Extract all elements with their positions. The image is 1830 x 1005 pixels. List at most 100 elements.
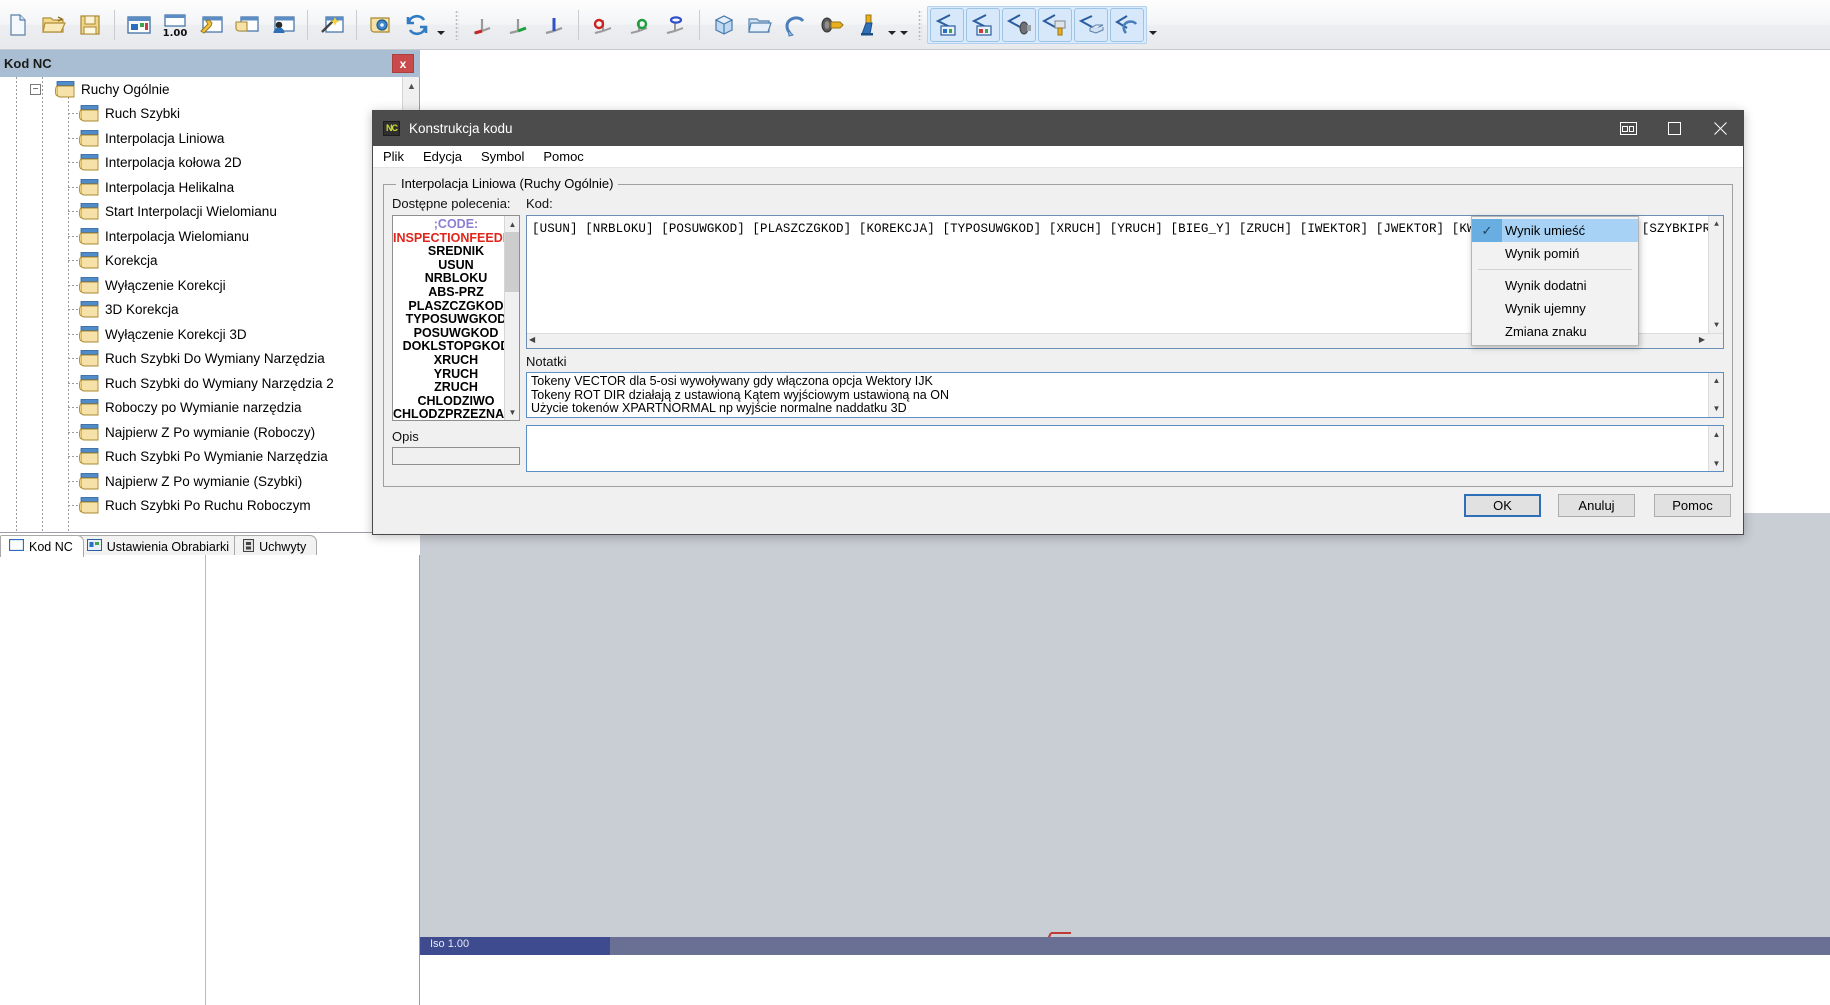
rotate-x-icon[interactable] [586, 8, 620, 42]
close-icon[interactable]: x [392, 54, 414, 73]
tree-node[interactable]: Roboczy po Wymianie narzędzia [0, 396, 419, 421]
magic-wand-icon[interactable] [315, 8, 349, 42]
command-item[interactable]: INSPECTIONFEEDMOVE [393, 231, 519, 246]
tree-node-root[interactable]: − Ruchy Ogólnie [0, 77, 419, 102]
command-item[interactable]: DOKLSTOPGKOD [393, 340, 519, 354]
scroll-up-icon[interactable]: ▲ [505, 216, 519, 232]
command-item[interactable]: USUN [393, 258, 519, 273]
context-menu-item[interactable]: ✓ Wynik umieść [1472, 219, 1638, 242]
notes-scrollbar[interactable]: ▲ ▼ [1708, 373, 1723, 417]
tool-icon[interactable] [851, 8, 885, 42]
panel-tab-kod-nc[interactable]: Kod NC [0, 535, 84, 557]
axis-y-icon[interactable] [501, 8, 535, 42]
gear-scroll-icon[interactable] [364, 8, 398, 42]
scroll-up-icon[interactable]: ▲ [1709, 216, 1723, 232]
commands-scrollbar[interactable]: ▲ ▼ [504, 216, 519, 420]
ok-button[interactable]: OK [1464, 494, 1541, 517]
collapse-icon[interactable]: − [30, 83, 41, 95]
wrench-window-icon[interactable] [194, 8, 228, 42]
scroll-right-icon[interactable]: ▶ [1699, 335, 1705, 345]
panel-tab-uchwyty[interactable]: Uchwyty [234, 535, 318, 557]
command-item[interactable]: YRUCH [393, 367, 519, 382]
command-item[interactable]: POSUWGKOD [393, 326, 519, 341]
scrollbar-thumb[interactable] [505, 232, 519, 292]
axis-z-icon[interactable] [537, 8, 571, 42]
context-menu-item[interactable]: Wynik ujemny [1472, 297, 1638, 320]
chevron-down-icon[interactable] [435, 8, 447, 42]
command-item[interactable]: ABS-PRZ [393, 285, 519, 300]
scroll-down-icon[interactable]: ▼ [505, 404, 519, 420]
scroll-window-icon[interactable] [230, 8, 264, 42]
scroll-up-icon[interactable]: ▲ [1709, 426, 1724, 442]
tree-node[interactable]: Korekcja [0, 249, 419, 274]
nc-code-tree[interactable]: − Ruchy Ogólnie Ruch Szybki Interpolacja Li… [0, 77, 420, 533]
toolbar-grip[interactable] [918, 9, 922, 40]
rotate-z-icon[interactable] [658, 8, 692, 42]
menu-item-symbol[interactable]: Symbol [481, 149, 524, 164]
tree-node[interactable]: Interpolacja Wielomianu [0, 224, 419, 249]
maximize-button[interactable] [1651, 111, 1697, 146]
tree-node[interactable]: Interpolacja kołowa 2D [0, 151, 419, 176]
chevron-down-views-icon[interactable] [1147, 8, 1159, 42]
spindle-icon[interactable] [815, 8, 849, 42]
command-item[interactable]: TYPOSUWGKOD [393, 313, 519, 327]
tree-node[interactable]: Wyłączenie Korekcji 3D [0, 322, 419, 347]
scroll-up-icon[interactable]: ▲ [1709, 373, 1723, 389]
view-magnet-icon[interactable] [1110, 7, 1144, 42]
scroll-down-icon[interactable]: ▼ [1709, 401, 1723, 417]
notes-textarea[interactable]: Tokeny VECTOR dla 5-osi wywoływany gdy w… [526, 372, 1724, 418]
refresh-arrows-icon[interactable] [400, 8, 434, 42]
scroll-down-icon[interactable]: ▼ [1709, 317, 1723, 333]
tree-node[interactable]: 3D Korekcja [0, 298, 419, 323]
context-menu-item[interactable]: Zmiana znaku [1472, 320, 1638, 343]
available-commands-list[interactable]: ;CODE:INSPECTIONFEEDMOVESREDNIKUSUNNRBLO… [392, 215, 520, 421]
tree-node[interactable]: Ruch Szybki do Wymiany Narzędzia 2 [0, 371, 419, 396]
tree-node[interactable]: Ruch Szybki Po Wymianie Narzędzia [0, 445, 419, 470]
axis-x-icon[interactable] [465, 8, 499, 42]
secondary-textarea[interactable]: ▲ ▼ [526, 425, 1724, 472]
cube-icon[interactable] [707, 8, 741, 42]
tree-node[interactable]: Ruch Szybki [0, 102, 419, 127]
view-spindle-icon[interactable] [1002, 7, 1036, 42]
dialog-title-bar[interactable]: NC Konstrukcja kodu [373, 111, 1743, 146]
open-folder-icon[interactable] [37, 8, 71, 42]
command-item[interactable]: PLASZCZGKOD [393, 299, 519, 314]
menu-item-plik[interactable]: Plik [383, 149, 404, 164]
command-item[interactable]: XRUCH [393, 353, 519, 368]
tree-node[interactable]: Najpierw Z Po wymianie (Roboczy) [0, 420, 419, 445]
code-vertical-scrollbar[interactable]: ▲ ▼ [1708, 216, 1723, 333]
context-menu-item[interactable]: Wynik dodatni [1472, 274, 1638, 297]
image-properties-icon[interactable] [122, 8, 156, 42]
user-window-icon[interactable] [266, 8, 300, 42]
scale-1.00-icon[interactable]: 1.00 [158, 8, 192, 42]
command-item[interactable]: CHLODZPRZEZNARZ [393, 408, 519, 420]
tree-node[interactable]: Start Interpolacji Wielomianu [0, 200, 419, 225]
view-machine-1-icon[interactable] [930, 7, 964, 42]
scroll-left-icon[interactable]: ◀ [529, 335, 535, 345]
tree-node[interactable]: Najpierw Z Po wymianie (Szybki) [0, 469, 419, 494]
rotate-y-icon[interactable] [622, 8, 656, 42]
restore-down-button[interactable] [1605, 111, 1651, 146]
command-item[interactable]: ;CODE: [393, 217, 519, 232]
tree-node[interactable]: Interpolacja Liniowa [0, 126, 419, 151]
chevron-down-icon[interactable] [886, 8, 898, 42]
panel-tab-ustawienia-obrabiarki[interactable]: Ustawienia Obrabiarki [77, 535, 241, 557]
close-button[interactable] [1697, 111, 1743, 146]
new-document-icon[interactable] [1, 8, 35, 42]
help-button[interactable]: Pomoc [1654, 494, 1731, 517]
tree-node[interactable]: Wyłączenie Korekcji [0, 273, 419, 298]
command-item[interactable]: NRBLOKU [393, 272, 519, 286]
secondary-scrollbar[interactable]: ▲ ▼ [1708, 426, 1723, 471]
scroll-down-icon[interactable]: ▼ [1709, 455, 1724, 471]
command-item[interactable]: CHLODZIWO [393, 394, 519, 409]
tree-node[interactable]: Interpolacja Helikalna [0, 175, 419, 200]
folder-blue-icon[interactable] [743, 8, 777, 42]
tree-node[interactable]: Ruch Szybki Po Ruchu Roboczym [0, 494, 419, 519]
menu-item-edycja[interactable]: Edycja [423, 149, 462, 164]
command-item[interactable]: SREDNIK [393, 245, 519, 259]
view-table-icon[interactable] [1074, 7, 1108, 42]
view-toolholder-icon[interactable] [1038, 7, 1072, 42]
tree-node[interactable]: Ruch Szybki Do Wymiany Narzędzia [0, 347, 419, 372]
menu-item-pomoc[interactable]: Pomoc [543, 149, 583, 164]
command-item[interactable]: ZRUCH [393, 381, 519, 395]
